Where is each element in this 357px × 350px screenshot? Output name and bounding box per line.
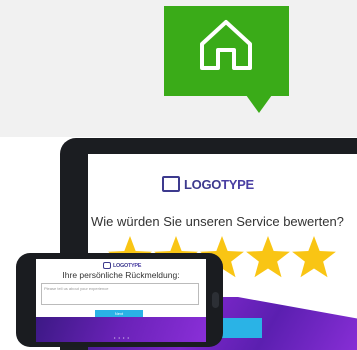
feedback-input[interactable]: Please tell us about your experience (41, 283, 199, 305)
page-indicator: • • • • (114, 335, 130, 340)
rating-question: Wie würden Sie unseren Service bewerten? (91, 214, 344, 229)
phone-logo: LOGO TYPE (103, 262, 141, 269)
home-icon (200, 20, 252, 70)
star-icon[interactable] (246, 236, 290, 278)
logo-text-part1: LOGO (113, 262, 128, 269)
tablet-footer-cut (238, 297, 357, 319)
phone-screen: LOGO TYPE Ihre persönliche Rückmeldung: P… (36, 259, 206, 342)
phone-home-button[interactable] (212, 292, 219, 308)
feedback-prompt: Ihre persönliche Rückmeldung: (62, 270, 180, 280)
logo-text-part2: TYPE (221, 176, 254, 192)
logo-text-part2: TYPE (128, 262, 142, 269)
tablet-logo: LOGO TYPE (162, 176, 254, 192)
home-marker-pointer (246, 95, 272, 113)
logo-text-part1: LOGO (184, 176, 222, 192)
next-button[interactable]: Next (95, 310, 143, 317)
home-marker (164, 6, 289, 96)
logo-mark-icon (162, 176, 180, 192)
logo-mark-icon (103, 262, 111, 269)
star-icon[interactable] (292, 236, 336, 278)
phone-device: LOGO TYPE Ihre persönliche Rückmeldung: P… (16, 253, 223, 347)
